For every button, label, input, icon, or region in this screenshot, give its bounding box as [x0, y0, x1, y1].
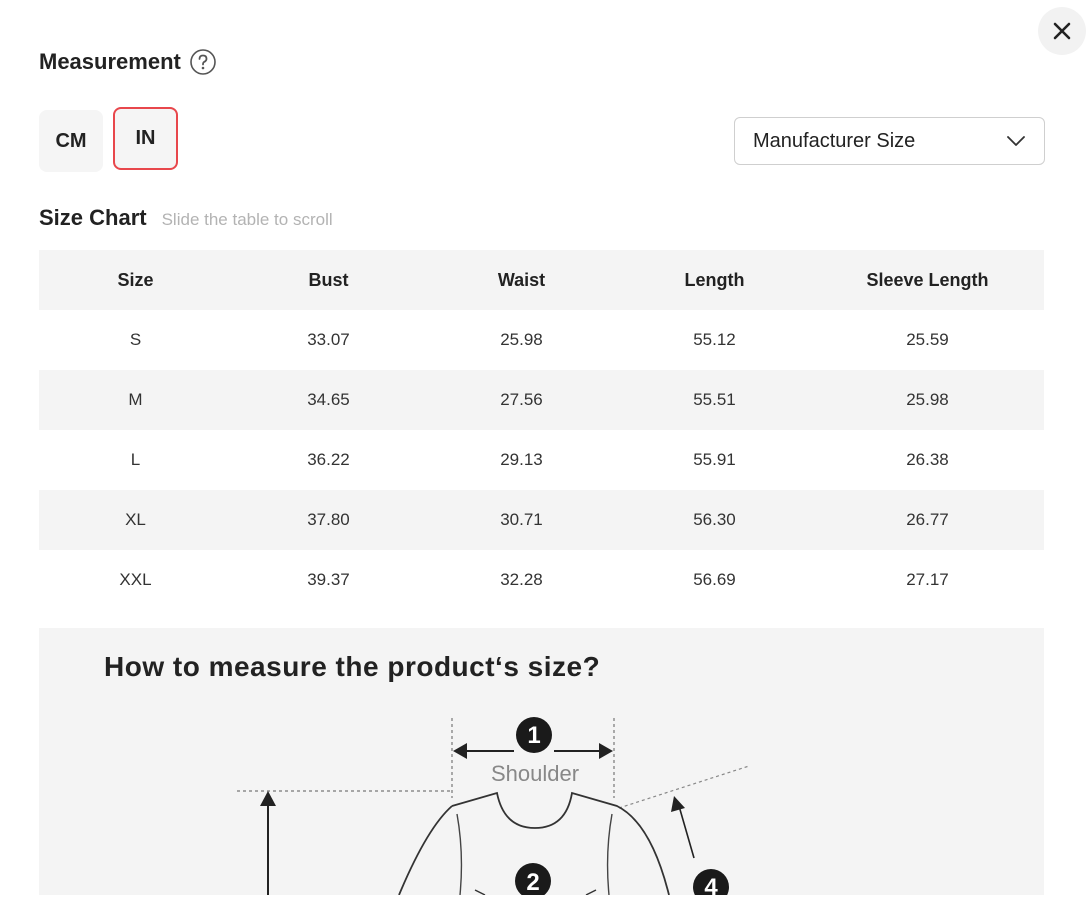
table-cell: 27.56	[425, 370, 618, 430]
marker-4-label: 4	[704, 874, 718, 895]
table-row: XL 37.80 30.71 56.30 26.77	[39, 490, 1044, 550]
page-title: Measurement	[39, 49, 181, 74]
shoulder-label: Shoulder	[491, 761, 579, 786]
table-cell: 26.38	[906, 450, 949, 469]
column-header-waist: Waist	[425, 250, 618, 310]
unit-cm-button[interactable]: CM	[39, 110, 103, 172]
scroll-hint: Slide the table to scroll	[161, 210, 333, 229]
table-cell: 29.13	[500, 450, 543, 469]
column-header-bust: Bust	[232, 250, 425, 310]
table-cell: 25.98	[500, 330, 543, 349]
size-type-select[interactable]: Manufacturer Size	[734, 117, 1045, 165]
chevron-down-icon	[1006, 131, 1026, 151]
column-header-size: Size	[39, 250, 232, 310]
marker-1-label: 1	[527, 722, 540, 749]
measure-guide-image: 1 Shoulder 2 4 How to measure the produc…	[39, 628, 1044, 895]
table-row: L 36.22 29.13 55.91 26.38	[39, 430, 1044, 490]
table-cell: 26.77	[811, 490, 1044, 550]
unit-in-button[interactable]: IN	[113, 107, 178, 170]
table-cell: 37.80	[232, 490, 425, 550]
table-cell: 56.30	[618, 490, 811, 550]
measurement-header: Measurement	[39, 48, 217, 76]
table-cell: 25.98	[811, 370, 1044, 430]
table-cell: 34.65	[232, 370, 425, 430]
size-chart-header: Size Chart Slide the table to scroll	[39, 205, 333, 231]
table-cell: 39.37	[307, 570, 350, 589]
table-cell: XL	[39, 490, 232, 550]
size-chart-table: Size Bust Waist Length Sleeve Length S 3…	[39, 250, 1044, 610]
size-chart-title: Size Chart	[39, 205, 147, 230]
column-header-length: Length	[618, 250, 811, 310]
close-button[interactable]	[1038, 7, 1086, 55]
table-cell: 32.28	[500, 570, 543, 589]
table-cell: L	[130, 450, 141, 469]
marker-2-label: 2	[526, 869, 539, 895]
table-cell: 27.17	[906, 570, 949, 589]
table-cell: 56.69	[693, 570, 736, 589]
table-cell: 55.51	[618, 370, 811, 430]
table-cell: 30.71	[425, 490, 618, 550]
table-cell: 33.07	[307, 330, 350, 349]
table-header-row: Size Bust Waist Length Sleeve Length	[39, 250, 1044, 310]
table-cell: S	[129, 330, 142, 349]
table-cell: 55.91	[693, 450, 736, 469]
table-row: XXL 39.37 32.28 56.69 27.17	[39, 550, 1044, 610]
table-cell: 55.12	[693, 330, 736, 349]
table-cell: 36.22	[307, 450, 350, 469]
table-row: M 34.65 27.56 55.51 25.98	[39, 370, 1044, 430]
column-header-sleeve-length: Sleeve Length	[811, 250, 1044, 310]
table-cell: XXL	[119, 570, 152, 589]
question-circle-icon[interactable]	[189, 48, 217, 76]
guide-title: How to measure the product‘s size?	[104, 651, 601, 682]
table-cell: 25.59	[906, 330, 949, 349]
size-chart-table-container[interactable]: Size Bust Waist Length Sleeve Length S 3…	[39, 250, 1044, 610]
close-icon	[1053, 22, 1071, 40]
size-type-value: Manufacturer Size	[753, 129, 916, 152]
table-row: S 33.07 25.98 55.12 25.59	[39, 310, 1044, 370]
table-cell: M	[39, 370, 232, 430]
